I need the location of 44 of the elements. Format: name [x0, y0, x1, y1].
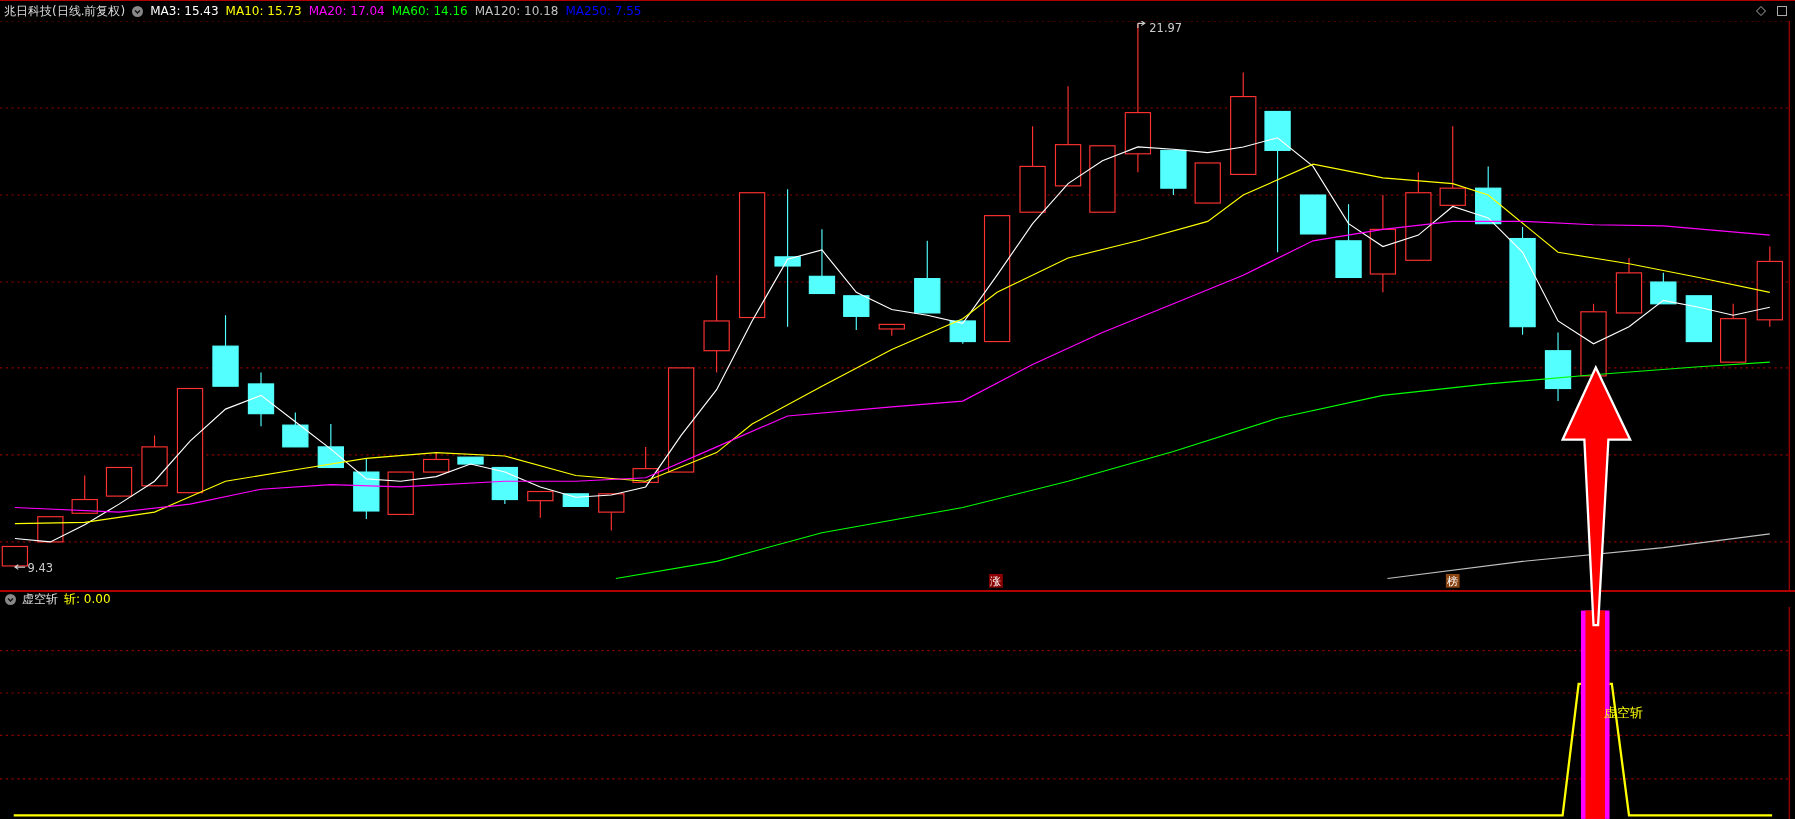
candlestick [878, 323, 905, 337]
candlestick [353, 457, 380, 520]
candlestick [1089, 145, 1116, 213]
candlestick [808, 228, 836, 295]
candlestick [1160, 149, 1187, 196]
candlestick [1720, 303, 1747, 363]
candlestick [843, 295, 870, 331]
moving-average-value: MA3: 15.43 [150, 4, 219, 18]
candlestick [1194, 162, 1221, 204]
indicator-value: 斩: 0.00 [64, 591, 111, 608]
maximize-icon[interactable] [1777, 6, 1787, 16]
candlestick [247, 371, 275, 427]
dropdown-icon[interactable] [5, 594, 16, 605]
candlestick [1685, 295, 1712, 343]
moving-average-value: MA120: 10.18 [474, 4, 559, 18]
candlestick [949, 320, 976, 345]
candlestick [37, 516, 64, 543]
candlestick [387, 471, 414, 515]
stock-title: 兆日科技(日线.前复权) [4, 2, 126, 20]
moving-average-value: MA20: 17.04 [308, 4, 385, 18]
candlestick [1544, 331, 1572, 402]
candlestick [457, 456, 484, 465]
candlestick [1650, 272, 1677, 305]
diamond-icon[interactable] [1756, 6, 1766, 16]
candlestick [423, 452, 450, 473]
candlestick [632, 446, 659, 483]
candlestick [282, 411, 309, 448]
moving-average-value: MA60: 14.16 [391, 4, 468, 18]
candlestick [71, 474, 98, 514]
signal-tag: 榜 [1445, 573, 1460, 589]
moving-average-value: MA10: 15.73 [225, 4, 302, 18]
candlestick [598, 493, 625, 532]
candlestick [317, 423, 344, 469]
signal-tag: 涨 [989, 573, 1003, 589]
dropdown-icon[interactable] [132, 5, 144, 17]
moving-average-value: MA250: 7.55 [565, 4, 642, 18]
candlestick [562, 493, 589, 507]
candlestick [1475, 165, 1502, 225]
candlestick [105, 466, 133, 497]
indicator-name: 虚空斩 [22, 591, 58, 608]
candlestick [1615, 257, 1643, 314]
candlestick [141, 434, 168, 487]
candlestick [1299, 194, 1327, 235]
candlestick [527, 490, 554, 519]
